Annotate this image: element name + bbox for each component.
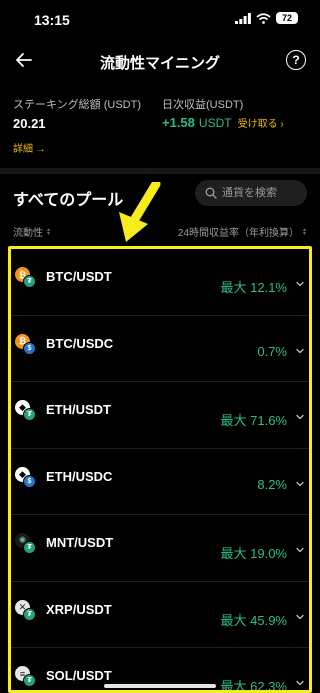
battery-icon: 72 (276, 12, 298, 24)
coin-search[interactable] (195, 180, 307, 206)
pair-icons: ≡ ₮ (15, 666, 39, 688)
pool-name: ETH/USDC (46, 468, 113, 484)
staking-total-value: 20.21 (13, 116, 46, 131)
status-icons: 72 (235, 12, 298, 24)
pair-icons: ◆ $ (15, 466, 39, 489)
section-divider (0, 168, 320, 174)
usdc-icon: $ (23, 474, 36, 488)
daily-earnings-label: 日次収益(USDT) (162, 99, 244, 111)
usdt-icon: ₮ (23, 275, 36, 288)
pair-icons: ₿ $ (15, 333, 39, 356)
search-input[interactable] (222, 187, 302, 199)
pool-apr: 最大 45.9% (220, 612, 287, 628)
claim-link[interactable]: 受け取る › (238, 119, 284, 130)
search-icon (205, 187, 217, 199)
chevron-down-icon[interactable] (295, 678, 305, 688)
status-time: 13:15 (34, 12, 70, 28)
pool-row[interactable]: ✺ ₮ MNT/USDT 最大 19.0% (11, 515, 309, 582)
details-link[interactable]: 詳細 → (13, 140, 46, 155)
pool-apr: 最大 19.0% (220, 546, 287, 561)
pool-apr: 最大 12.1% (220, 280, 287, 295)
status-bar: 13:15 72 (0, 0, 320, 40)
pair-icons: ₿ ₮ (15, 267, 39, 289)
all-pools-title: すべてのプール (13, 192, 124, 209)
nav-bar: 流動性マイニング ? (0, 44, 320, 80)
chevron-down-icon[interactable] (295, 279, 305, 289)
pool-row[interactable]: ✕ ₮ XRP/USDT 最大 45.9% (11, 582, 309, 648)
chevron-down-icon[interactable] (295, 479, 305, 489)
usdt-icon: ₮ (23, 674, 36, 687)
pool-list: ₿ ₮ BTC/USDT 最大 12.1% ₿ $ BTC/USDC 0.7% … (8, 246, 312, 693)
pool-apr: 8.2% (257, 476, 287, 492)
pool-row[interactable]: ◆ ₮ ETH/USDT 最大 71.6% (11, 382, 309, 449)
pool-row[interactable]: ₿ ₮ BTC/USDT 最大 12.1% (11, 249, 309, 316)
staking-total-label: ステーキング総額 (USDT) (13, 99, 141, 111)
sort-icon: ▲ ▼ (46, 226, 51, 237)
home-indicator (104, 684, 216, 688)
pair-icons: ✕ ₮ (15, 599, 39, 622)
chevron-down-icon[interactable] (295, 545, 305, 555)
pair-icons: ✺ ₮ (15, 533, 39, 555)
usdt-icon: ₮ (23, 541, 36, 554)
pool-name: BTC/USDT (46, 269, 112, 284)
pool-apr: 0.7% (257, 343, 287, 359)
earnings-summary: ステーキング総額 (USDT) 20.21 日次収益(USDT) +1.58 US… (0, 92, 320, 164)
pool-row[interactable]: ₿ $ BTC/USDC 0.7% (11, 316, 309, 382)
usdc-icon: $ (23, 341, 36, 355)
daily-earnings-unit: USDT (198, 116, 232, 130)
pool-apr: 最大 71.6% (220, 413, 287, 428)
apr-column-header[interactable]: 24時間収益率（年利換算） ▲ ▼ (178, 224, 307, 239)
annotation-arrow-icon (119, 182, 161, 242)
liquidity-column-label: 流動性 (13, 228, 43, 239)
chevron-down-icon[interactable] (295, 412, 305, 422)
daily-earnings-value: +1.58 (162, 115, 195, 130)
page-title: 流動性マイニング (99, 55, 220, 72)
apr-column-label: 24時間収益率（年利換算） (177, 228, 300, 239)
pair-icons: ◆ ₮ (15, 400, 39, 422)
wifi-icon (256, 12, 271, 24)
pool-name: ETH/USDT (46, 402, 111, 417)
chevron-down-icon[interactable] (295, 612, 305, 622)
chevron-down-icon[interactable] (295, 346, 305, 356)
signal-icon (235, 12, 251, 24)
liquidity-column-header[interactable]: 流動性 ▲ ▼ (13, 224, 51, 239)
pool-name: XRP/USDT (46, 601, 112, 617)
pool-name: BTC/USDC (46, 335, 114, 351)
daily-earnings-row: +1.58 USDT 受け取る › (162, 115, 284, 130)
usdt-icon: ₮ (23, 408, 36, 421)
pool-name: MNT/USDT (46, 535, 114, 550)
pool-apr: 最大 62.3% (220, 679, 287, 693)
pool-row[interactable]: ◆ $ ETH/USDC 8.2% (11, 449, 309, 515)
sort-icon: ▲ ▼ (302, 226, 307, 237)
pool-name: SOL/USDT (46, 668, 112, 683)
usdt-icon: ₮ (23, 607, 36, 621)
help-icon[interactable]: ? (286, 50, 306, 70)
